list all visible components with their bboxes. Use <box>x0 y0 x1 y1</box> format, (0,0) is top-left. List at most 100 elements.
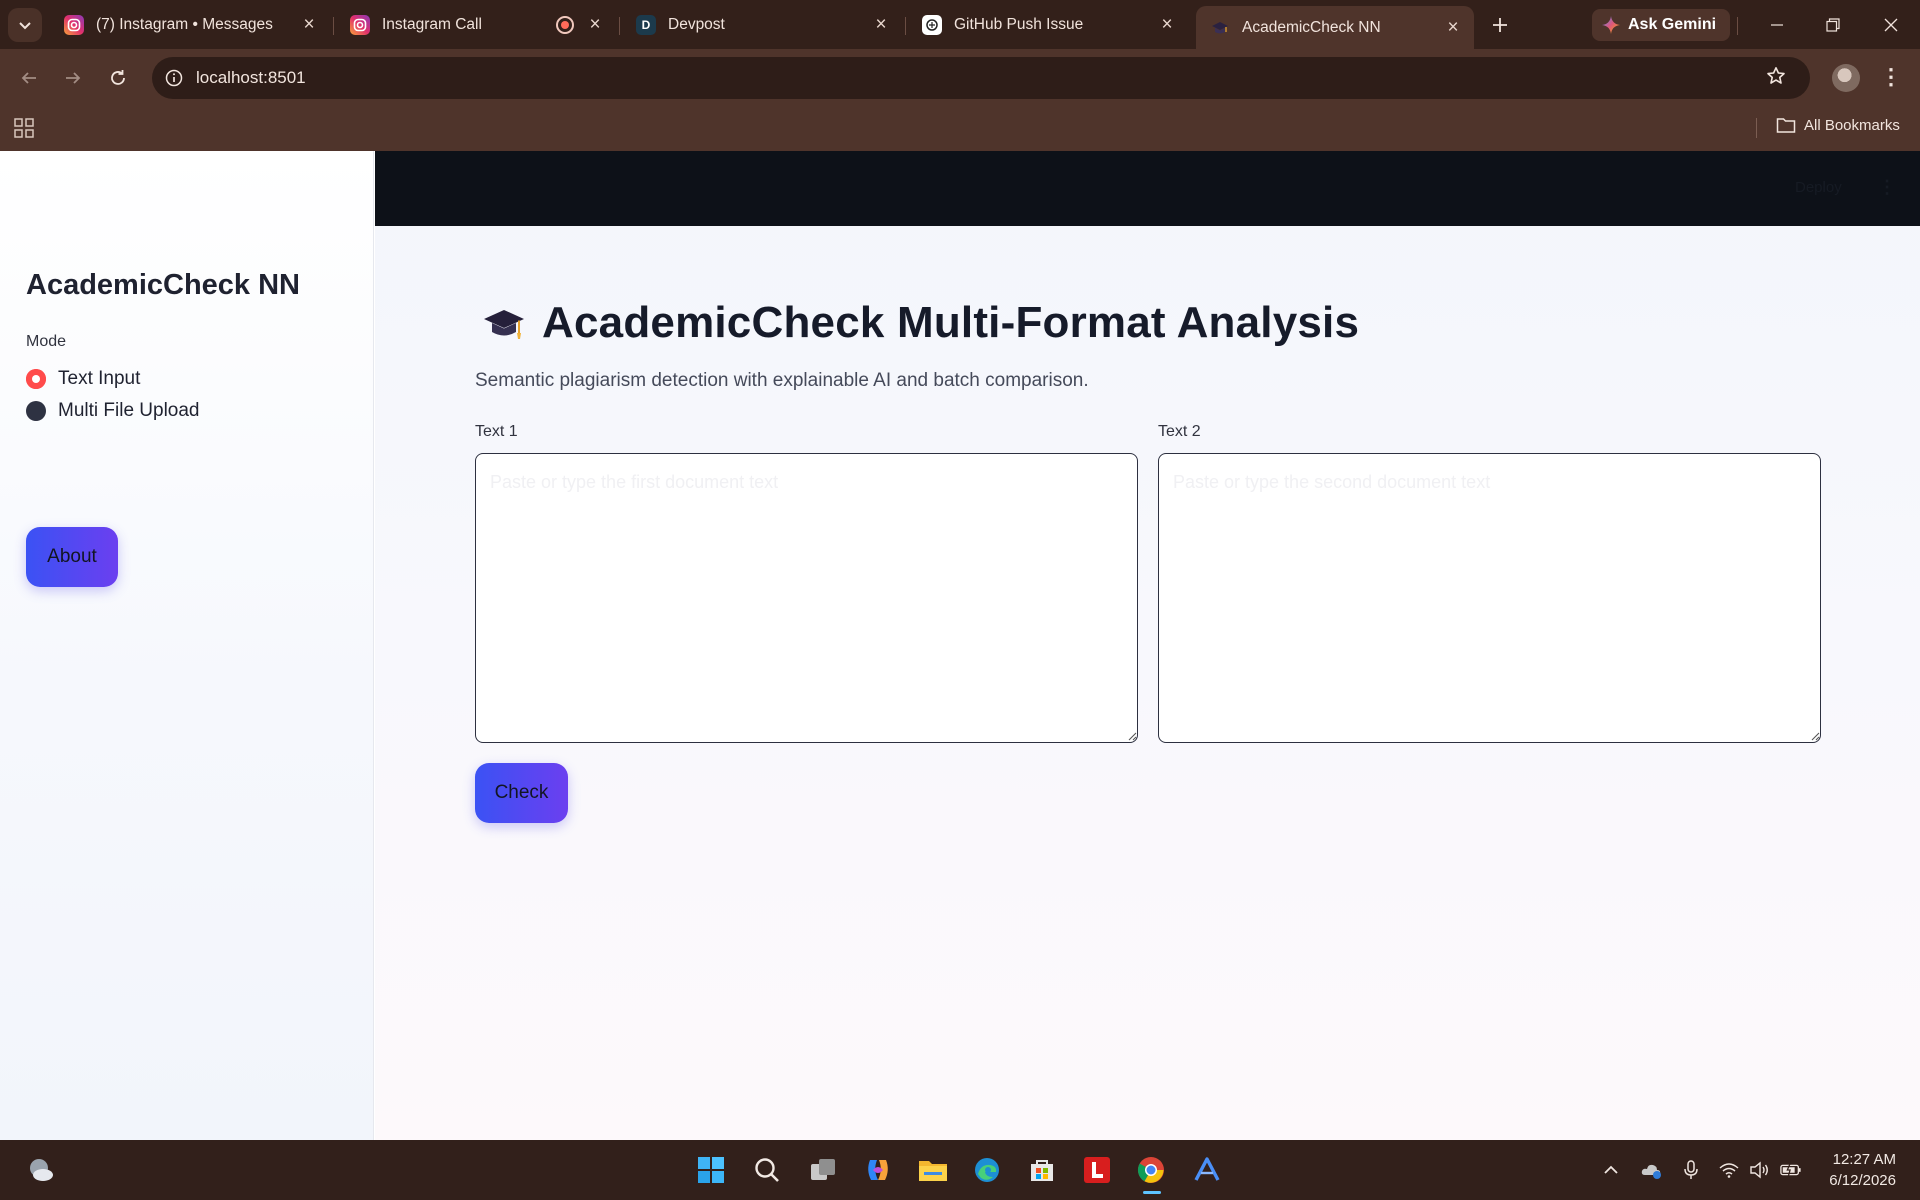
page-title: AcademicCheck Multi-Format Analysis <box>482 298 1359 348</box>
tab-separator <box>905 17 906 35</box>
os-taskbar: 12:27 AM 6/12/2026 <box>0 1140 1920 1200</box>
search-icon[interactable] <box>750 1153 784 1187</box>
minimize-button[interactable] <box>1762 10 1792 40</box>
chatgpt-icon <box>922 15 942 35</box>
text2-label: Text 2 <box>1158 423 1201 440</box>
battery-icon[interactable] <box>1780 1159 1802 1181</box>
active-app-indicator <box>1143 1191 1161 1194</box>
browser-menu-icon[interactable]: ⋮ <box>1880 64 1902 90</box>
tab-github-push-issue[interactable]: GitHub Push Issue × <box>908 6 1188 44</box>
page-subtitle: Semantic plagiarism detection with expla… <box>475 370 1089 391</box>
close-icon[interactable]: × <box>870 14 892 36</box>
tab-instagram-call[interactable]: Instagram Call × <box>336 6 616 44</box>
tab-title: GitHub Push Issue <box>954 16 1084 33</box>
ask-gemini-label: Ask Gemini <box>1628 16 1717 33</box>
tab-title: Devpost <box>668 16 725 33</box>
microphone-icon[interactable] <box>1680 1159 1702 1181</box>
sidebar-title: AcademicCheck NN <box>26 269 300 301</box>
mode-option-label: Multi File Upload <box>58 400 200 421</box>
plus-icon <box>1493 18 1507 32</box>
tab-separator <box>619 17 620 35</box>
weather-widget-icon[interactable] <box>24 1153 58 1187</box>
clock-date: 6/12/2026 <box>1829 1172 1896 1189</box>
instagram-icon <box>350 15 370 35</box>
reload-button[interactable] <box>101 61 135 95</box>
tab-academiccheck-nn[interactable]: AcademicCheck NN × <box>1196 6 1474 49</box>
back-button[interactable] <box>12 61 46 95</box>
task-view-icon[interactable] <box>806 1153 840 1187</box>
reload-icon <box>111 70 125 85</box>
all-bookmarks-button[interactable]: All Bookmarks <box>1776 116 1900 134</box>
app-viewport: AcademicCheck NN Mode Text Input Multi F… <box>0 151 1920 1140</box>
page-heading: AcademicCheck Multi-Format Analysis <box>542 298 1360 347</box>
sidebar: AcademicCheck NN Mode Text Input Multi F… <box>0 151 374 1140</box>
tab-title: AcademicCheck NN <box>1242 18 1381 36</box>
gemini-sparkle-icon <box>1602 16 1620 34</box>
tab-title: Instagram Call <box>382 16 482 33</box>
deploy-button[interactable]: Deploy <box>1795 179 1842 196</box>
ask-gemini-button[interactable]: Ask Gemini <box>1592 9 1731 41</box>
close-icon[interactable]: × <box>1156 14 1178 36</box>
tab-separator <box>1737 17 1738 35</box>
main-menu-icon[interactable]: ⋮ <box>1878 177 1896 198</box>
tab-search-button[interactable] <box>8 8 42 42</box>
apps-grid-icon[interactable] <box>14 118 34 138</box>
mode-option-label: Text Input <box>58 368 141 389</box>
close-icon[interactable]: × <box>298 14 320 36</box>
close-icon <box>1884 18 1898 32</box>
browser-toolbar: localhost:8501 ⋮ <box>0 49 1920 106</box>
copilot-icon[interactable] <box>861 1153 895 1187</box>
onedrive-icon[interactable] <box>1640 1159 1662 1181</box>
tray-overflow-chevron-icon[interactable] <box>1600 1159 1622 1181</box>
radio-selected[interactable] <box>26 369 46 389</box>
windows-start-icon[interactable] <box>694 1153 728 1187</box>
app-header: Deploy ⋮ <box>375 151 1920 226</box>
radio-unselected[interactable] <box>26 401 46 421</box>
system-clock[interactable]: 12:27 AM 6/12/2026 <box>1816 1149 1896 1191</box>
wifi-icon[interactable] <box>1718 1159 1740 1181</box>
instagram-icon <box>64 15 84 35</box>
edge-browser-icon[interactable] <box>970 1153 1004 1187</box>
resize-handle-icon[interactable] <box>1125 729 1137 741</box>
minimize-icon <box>1771 24 1783 26</box>
restore-button[interactable] <box>1818 10 1848 40</box>
about-button[interactable]: About <box>26 527 118 587</box>
bookmarks-separator <box>1756 118 1757 138</box>
devpost-icon: D <box>636 15 656 35</box>
recording-icon <box>556 16 574 34</box>
chrome-icon[interactable] <box>1134 1153 1168 1187</box>
check-button[interactable]: Check <box>475 763 568 823</box>
app-l-icon[interactable] <box>1080 1153 1114 1187</box>
arrow-left-icon <box>21 72 36 84</box>
mode-option-text-input[interactable]: Text Input <box>26 368 140 390</box>
arc-app-icon[interactable] <box>1190 1153 1224 1187</box>
profile-avatar[interactable] <box>1832 64 1860 92</box>
close-window-button[interactable] <box>1876 10 1906 40</box>
browser-tab-strip: (7) Instagram • Messages × Instagram Cal… <box>0 0 1920 49</box>
url-text[interactable]: localhost:8501 <box>196 68 306 88</box>
new-tab-button[interactable] <box>1486 11 1514 39</box>
volume-icon[interactable] <box>1748 1159 1770 1181</box>
text1-label: Text 1 <box>475 423 518 440</box>
tab-devpost[interactable]: D Devpost × <box>622 6 902 44</box>
file-explorer-icon[interactable] <box>916 1153 950 1187</box>
graduation-cap-icon <box>1210 18 1230 38</box>
resize-handle-icon[interactable] <box>1808 729 1820 741</box>
folder-icon <box>1776 118 1796 133</box>
restore-icon <box>1826 18 1840 32</box>
microsoft-store-icon[interactable] <box>1025 1153 1059 1187</box>
mode-option-multi-file-upload[interactable]: Multi File Upload <box>26 400 200 422</box>
bookmark-star-icon[interactable] <box>1766 66 1786 92</box>
info-icon <box>165 69 183 87</box>
address-bar[interactable]: localhost:8501 <box>152 57 1810 99</box>
all-bookmarks-label: All Bookmarks <box>1804 116 1900 134</box>
close-icon[interactable]: × <box>584 14 606 36</box>
text2-input[interactable] <box>1158 453 1821 743</box>
forward-button[interactable] <box>56 61 90 95</box>
tab-title: (7) Instagram • Messages <box>96 16 273 33</box>
close-icon[interactable]: × <box>1442 17 1464 39</box>
site-info-button[interactable] <box>152 69 196 87</box>
tab-instagram-messages[interactable]: (7) Instagram • Messages × <box>50 6 330 44</box>
main-content: Deploy ⋮ AcademicCheck Multi-Format Anal… <box>375 151 1920 1140</box>
text1-input[interactable] <box>475 453 1138 743</box>
